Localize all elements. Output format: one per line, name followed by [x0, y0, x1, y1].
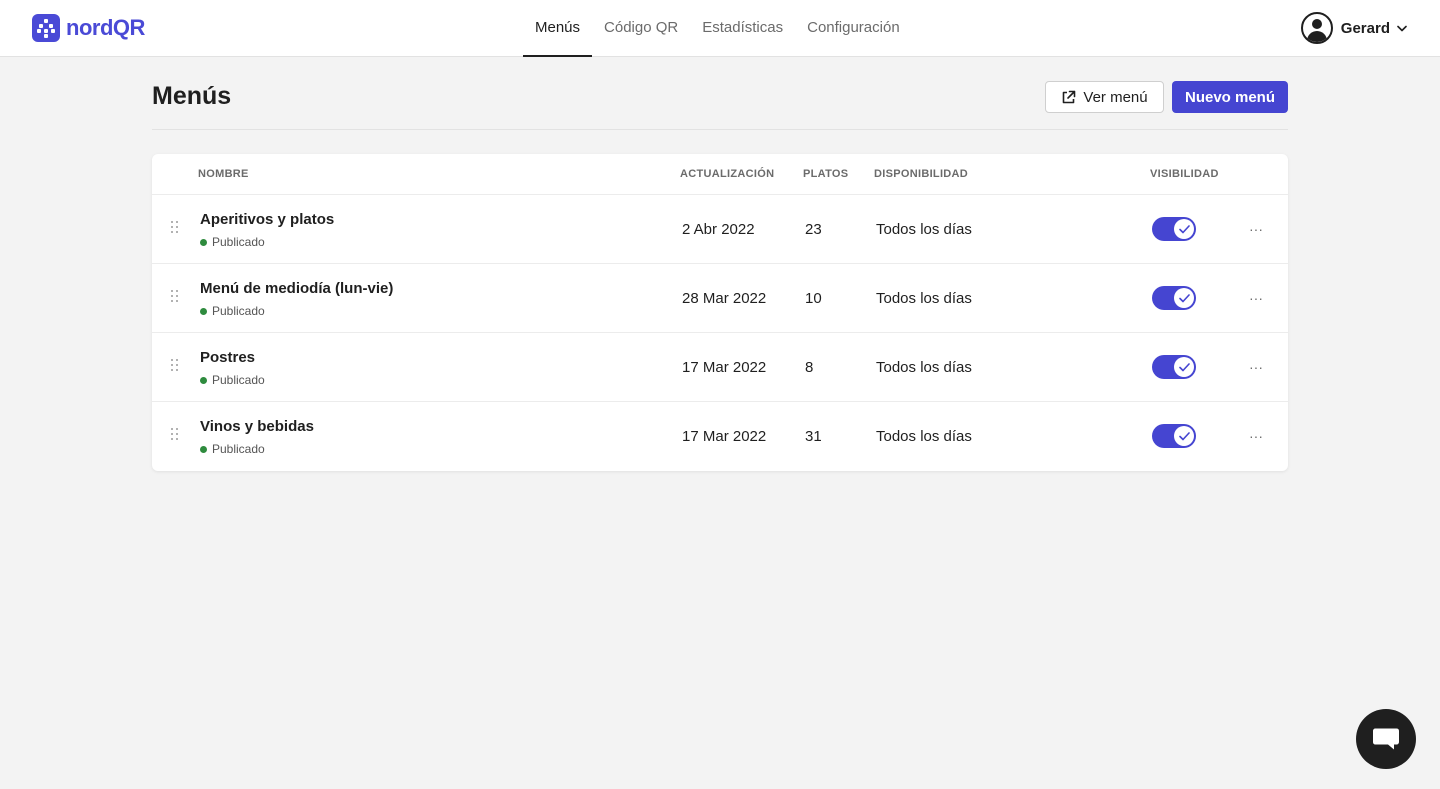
status-label: Publicado: [212, 442, 265, 456]
updated-date: 17 Mar 2022: [682, 428, 767, 445]
external-link-icon: [1063, 90, 1076, 103]
status-badge: Publicado: [200, 442, 265, 456]
availability: Todos los días: [876, 428, 972, 445]
status-badge: Publicado: [200, 304, 265, 318]
status-badge: Publicado: [200, 373, 265, 387]
menu-name[interactable]: Vinos y bebidas: [200, 418, 314, 435]
drag-handle-icon[interactable]: [171, 221, 179, 237]
menu-name[interactable]: Aperitivos y platos: [200, 211, 334, 228]
visibility-toggle[interactable]: [1152, 217, 1196, 241]
dishes-count: 8: [805, 359, 814, 376]
column-visibility: VISIBILIDAD: [1150, 168, 1219, 180]
dishes-count: 23: [805, 221, 822, 238]
page-title: Menús: [152, 82, 232, 110]
table-row[interactable]: Aperitivos y platos Publicado 2 Abr 2022…: [152, 195, 1288, 264]
column-updated: ACTUALIZACIÓN: [680, 168, 775, 180]
nav-item-qr-code[interactable]: Código QR: [592, 0, 690, 57]
status-dot-icon: [200, 307, 207, 315]
drag-handle-icon[interactable]: [171, 428, 179, 444]
status-dot-icon: [200, 376, 207, 384]
header-divider: [152, 129, 1288, 130]
status-dot-icon: [200, 445, 207, 453]
more-options-icon[interactable]: ···: [1246, 424, 1266, 448]
new-menu-button[interactable]: Nuevo menú: [1172, 81, 1288, 113]
user-avatar-icon: [1300, 12, 1333, 44]
table-row[interactable]: Vinos y bebidas Publicado 17 Mar 2022 31…: [152, 402, 1288, 471]
check-icon: [1174, 288, 1194, 308]
availability: Todos los días: [876, 359, 972, 376]
chat-bubble-icon: [1373, 728, 1399, 750]
column-name: NOMBRE: [198, 168, 249, 180]
table-header: NOMBRE ACTUALIZACIÓN PLATOS DISPONIBILID…: [152, 154, 1288, 195]
status-label: Publicado: [212, 235, 265, 249]
column-availability: DISPONIBILIDAD: [874, 168, 969, 180]
logo-text: nordQR: [66, 15, 145, 40]
menu-name[interactable]: Menú de mediodía (lun-vie): [200, 280, 393, 297]
status-dot-icon: [200, 238, 207, 246]
dishes-count: 31: [805, 428, 822, 445]
visibility-toggle[interactable]: [1152, 286, 1196, 310]
menu-name[interactable]: Postres: [200, 349, 255, 366]
availability: Todos los días: [876, 290, 972, 307]
logo[interactable]: nordQR: [32, 14, 145, 42]
updated-date: 28 Mar 2022: [682, 290, 767, 307]
nav-item-settings[interactable]: Configuración: [795, 0, 912, 57]
user-menu[interactable]: Gerard: [1300, 12, 1408, 44]
chat-button[interactable]: [1356, 709, 1416, 769]
updated-date: 2 Abr 2022: [682, 221, 755, 238]
table-row[interactable]: Menú de mediodía (lun-vie) Publicado 28 …: [152, 264, 1288, 333]
check-icon: [1174, 426, 1194, 446]
view-menu-button[interactable]: Ver menú: [1045, 81, 1164, 113]
status-badge: Publicado: [200, 235, 265, 249]
nav-item-statistics[interactable]: Estadísticas: [690, 0, 795, 57]
more-options-icon[interactable]: ···: [1246, 355, 1266, 379]
updated-date: 17 Mar 2022: [682, 359, 767, 376]
top-bar: nordQR Menús Código QR Estadísticas Conf…: [0, 0, 1440, 57]
availability: Todos los días: [876, 221, 972, 238]
check-icon: [1174, 219, 1194, 239]
chevron-down-icon: [1396, 22, 1408, 34]
nav-item-menus[interactable]: Menús: [523, 0, 593, 57]
table-row[interactable]: Postres Publicado 17 Mar 2022 8 Todos lo…: [152, 333, 1288, 402]
check-icon: [1174, 357, 1194, 377]
column-dishes: PLATOS: [803, 168, 849, 180]
user-name: Gerard: [1340, 19, 1390, 37]
more-options-icon[interactable]: ···: [1246, 286, 1266, 310]
drag-handle-icon[interactable]: [171, 290, 179, 306]
drag-handle-icon[interactable]: [171, 359, 179, 375]
visibility-toggle[interactable]: [1152, 355, 1196, 379]
main-nav: Menús Código QR Estadísticas Configuraci…: [523, 0, 912, 57]
more-options-icon[interactable]: ···: [1246, 217, 1266, 241]
logo-icon: [32, 14, 60, 42]
menus-table: NOMBRE ACTUALIZACIÓN PLATOS DISPONIBILID…: [152, 154, 1288, 471]
visibility-toggle[interactable]: [1152, 424, 1196, 448]
dishes-count: 10: [805, 290, 822, 307]
view-menu-label: Ver menú: [1083, 88, 1148, 106]
status-label: Publicado: [212, 373, 265, 387]
status-label: Publicado: [212, 304, 265, 318]
